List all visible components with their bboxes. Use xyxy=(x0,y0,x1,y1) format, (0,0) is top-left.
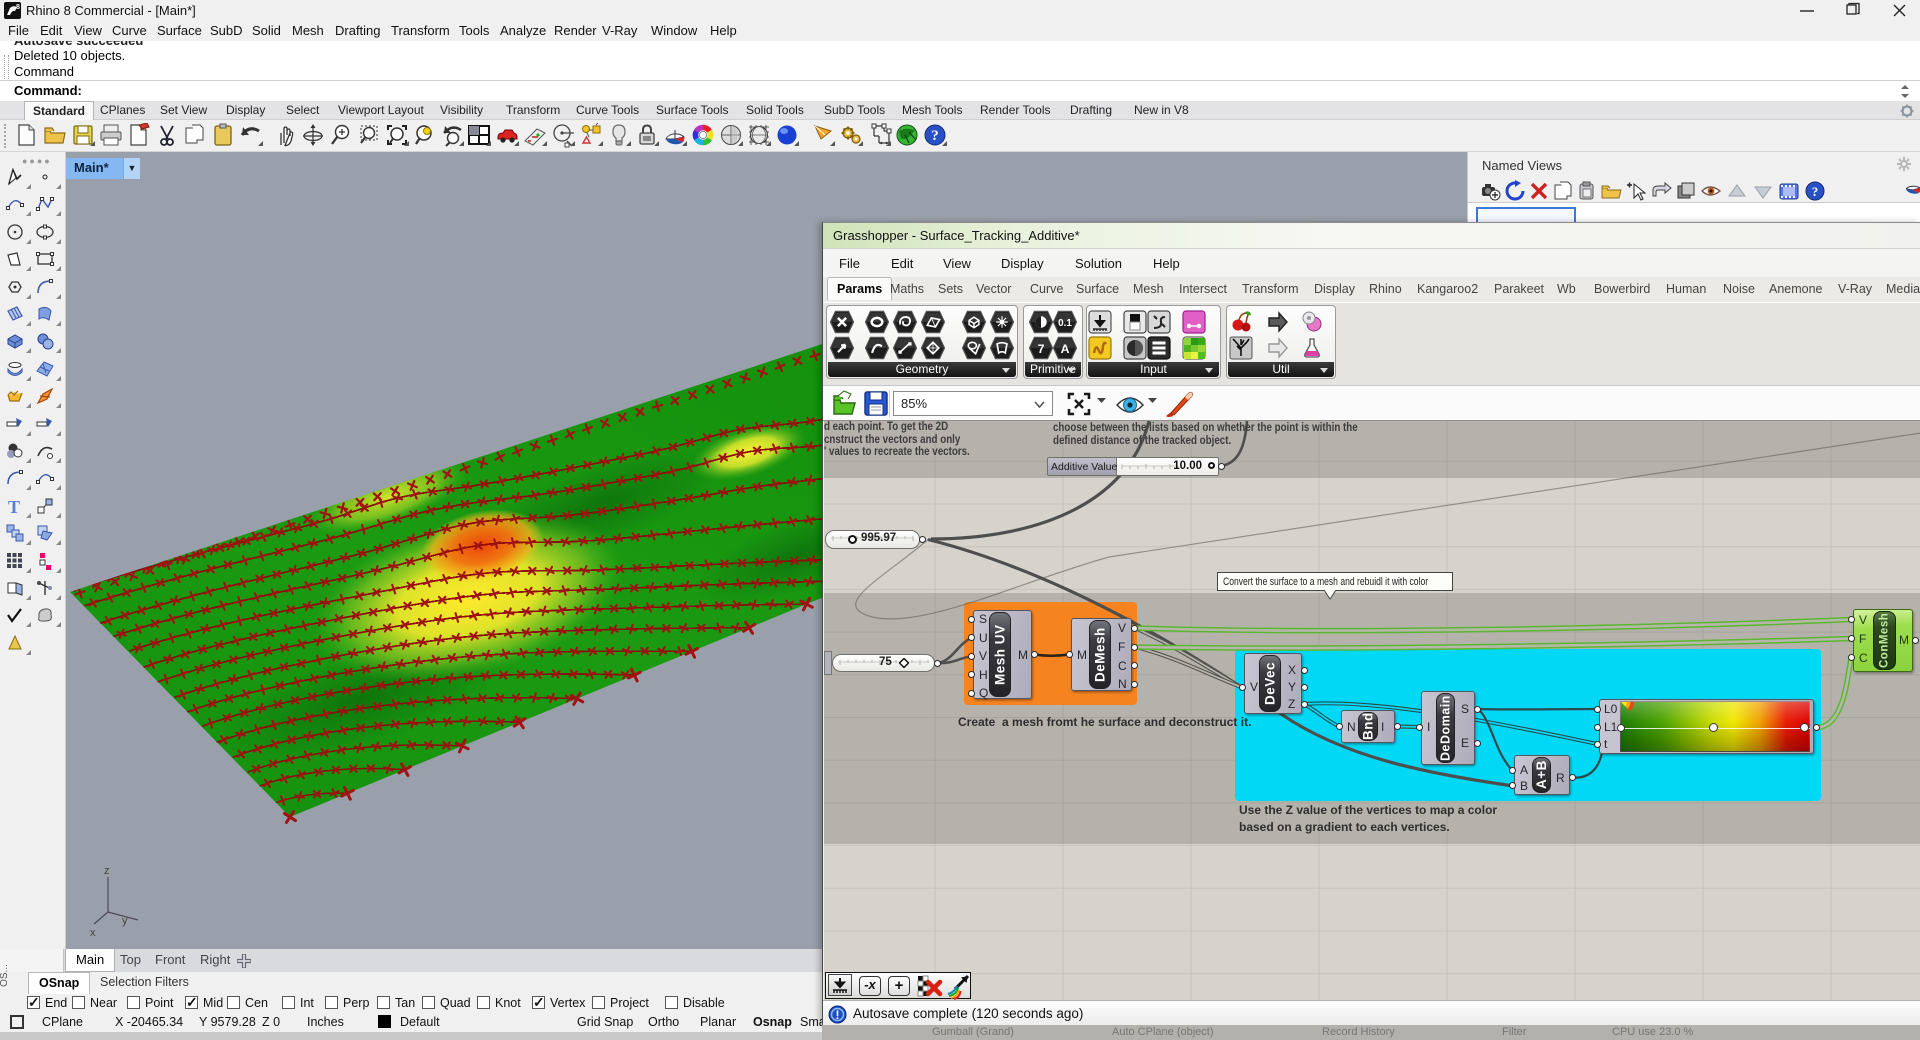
svg-text:A: A xyxy=(1061,342,1070,356)
svg-text:T: T xyxy=(8,497,20,517)
svg-text:!: ! xyxy=(836,1008,840,1022)
svg-text:8: 8 xyxy=(16,4,20,11)
svg-text:?: ? xyxy=(1812,184,1819,199)
svg-text:y: y xyxy=(122,915,128,927)
svg-text:x: x xyxy=(90,927,96,939)
svg-text:?: ? xyxy=(931,128,939,144)
svg-text:7: 7 xyxy=(1038,342,1045,356)
svg-text:0.1: 0.1 xyxy=(1058,318,1072,329)
svg-text:z: z xyxy=(104,865,110,877)
